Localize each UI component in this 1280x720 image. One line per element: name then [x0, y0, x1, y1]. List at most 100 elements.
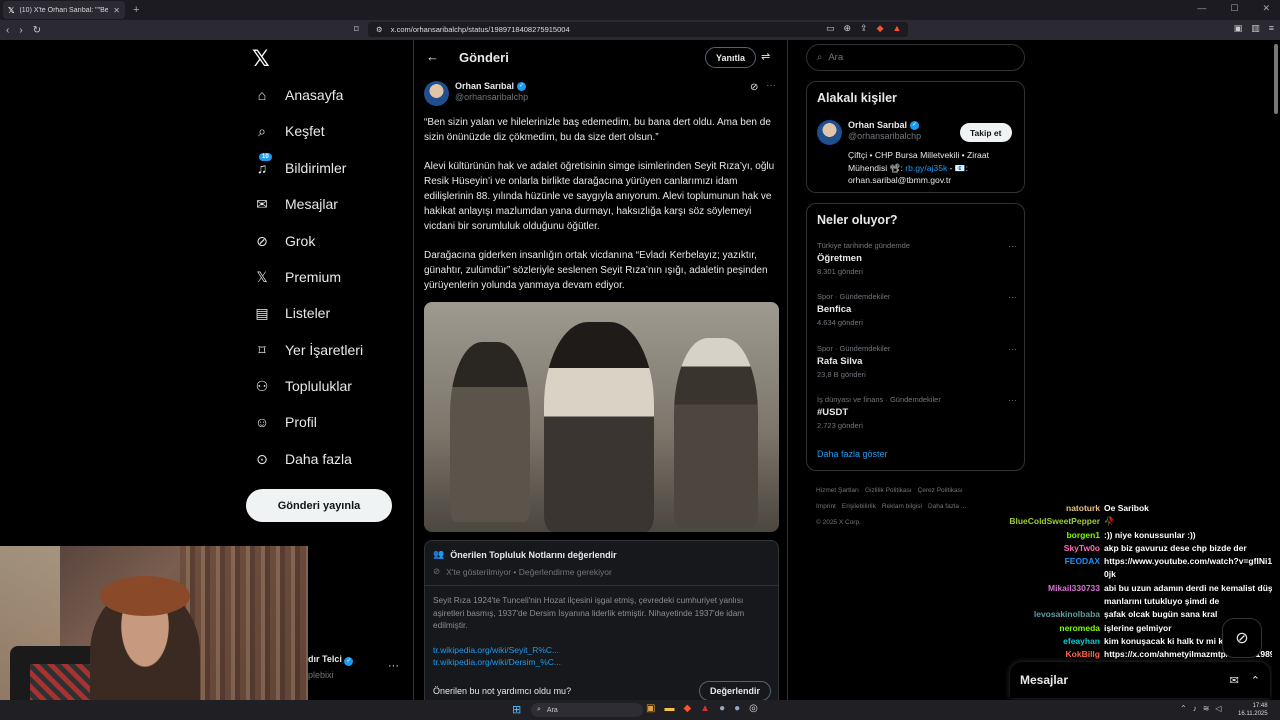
grok-icon[interactable]: ⊘ — [750, 82, 758, 93]
sidebar-item-0[interactable]: ⌂ Anasayfa — [253, 86, 344, 104]
taskbar-search[interactable]: ⌕ Ara — [531, 703, 643, 717]
menu-icon[interactable]: ≡ — [1269, 23, 1274, 34]
bookmark-page-icon[interactable]: ⌑ — [354, 24, 359, 35]
sidebar-item-10[interactable]: ⊙ Daha fazla — [253, 450, 352, 468]
follow-button[interactable]: Takip et — [960, 123, 1012, 142]
sidebar-item-9[interactable]: ☺ Profil — [253, 413, 317, 431]
avatar[interactable] — [424, 81, 449, 106]
footer-link[interactable]: Imprint — [816, 503, 836, 510]
messages-drawer[interactable]: Mesajlar ✉ ⌃ — [1010, 662, 1270, 698]
sidebar-item-label: Anasayfa — [285, 87, 344, 103]
minimize-icon[interactable]: — — [1197, 3, 1206, 14]
url-text: x.com/orhansaribalchp/status/19897184082… — [390, 25, 570, 34]
scrollbar-thumb[interactable] — [1274, 44, 1278, 114]
obs-icon[interactable]: ◎ — [749, 703, 758, 714]
trend-item[interactable]: Spor · Gündemdekiler Benfica 4.634 gönderi… — [817, 292, 1017, 327]
more-options-icon[interactable]: ··· — [1008, 344, 1017, 354]
x-home-logo-icon[interactable]: 𝕏 — [252, 46, 270, 72]
account-name: dır Telci — [308, 654, 342, 664]
trend-name: Rafa Silva — [817, 356, 863, 367]
avatar[interactable] — [817, 120, 842, 145]
trend-count: 8.301 gönderi — [817, 267, 863, 276]
footer-link[interactable]: Hizmet Şartları — [816, 487, 859, 494]
site-info-icon[interactable]: ⚙ — [376, 25, 383, 34]
back-nav-icon[interactable]: ‹ — [6, 25, 9, 36]
windows-start-icon[interactable]: ⊞ — [512, 703, 521, 716]
account-more-icon[interactable]: ··· — [388, 660, 399, 672]
close-icon[interactable]: ✕ — [113, 6, 120, 15]
rate-button[interactable]: Değerlendir — [699, 681, 772, 700]
game-icon[interactable]: ▲ — [700, 703, 710, 714]
steam-icon[interactable]: ● — [734, 703, 740, 714]
steam-icon[interactable]: ● — [719, 703, 725, 714]
sidebar-item-4[interactable]: ⊘ Grok — [253, 232, 315, 250]
folder-icon[interactable]: ▬ — [664, 703, 674, 714]
chevron-up-icon[interactable]: ⌃ — [1180, 704, 1187, 713]
back-arrow-icon[interactable]: ← — [426, 49, 439, 64]
footer-link[interactable]: Reklam bilgisi — [882, 503, 922, 510]
volume-icon[interactable]: ◁ — [1215, 704, 1221, 713]
brave-icon[interactable]: ◆ — [683, 703, 691, 714]
zoom-icon[interactable]: ⊕ — [844, 23, 852, 34]
tweet-author[interactable]: Orhan Sarıbal ✓ @orhansaribalchp — [424, 81, 528, 106]
note-link[interactable]: tr.wikipedia.org/wiki/Dersim_%C... — [433, 656, 770, 668]
main-column: ← Gönderi Yanıtla ⇌ Orhan Sarıbal ✓ @orha… — [413, 40, 788, 700]
more-options-icon[interactable]: ··· — [766, 80, 776, 91]
mic-icon[interactable]: ♪ — [1193, 704, 1197, 713]
community-notes-icon: 👥 — [433, 549, 445, 559]
maximize-icon[interactable]: ☐ — [1230, 3, 1238, 14]
browser-tab[interactable]: 𝕏 (10) X'te Orhan Sarıbal: ""Ben sizin..… — [3, 1, 125, 19]
trend-item[interactable]: İş dünyası ve finans · Gündemdekiler #USD… — [817, 395, 1017, 430]
brave-shield-icon[interactable]: ◆ — [877, 23, 884, 34]
sidebar-item-8[interactable]: ⚇ Topluluklar — [253, 377, 352, 395]
grok-float-icon[interactable]: ⊘ — [1222, 618, 1262, 658]
more-options-icon[interactable]: ··· — [1008, 395, 1017, 405]
compose-message-icon[interactable]: ✉ — [1230, 674, 1239, 687]
chat-message: BlueColdSweetPepper 🥀 — [998, 515, 1280, 528]
reload-icon[interactable]: ↻ — [33, 25, 41, 36]
sidebar-item-7[interactable]: ⌑ Yer İşaretleri — [253, 341, 363, 359]
wifi-icon[interactable]: ≋ — [1203, 704, 1210, 713]
brave-rewards-icon[interactable]: ▲ — [893, 23, 902, 34]
related-name[interactable]: Orhan Sarıbal — [848, 120, 907, 130]
note-link[interactable]: tr.wikipedia.org/wiki/Seyit_R%C... — [433, 644, 770, 656]
sidebar-item-5[interactable]: 𝕏 Premium — [253, 268, 341, 286]
copyright: © 2025 X Corp. — [816, 519, 861, 526]
sidebar-item-3[interactable]: ✉ Mesajlar — [253, 195, 338, 213]
share-icon[interactable]: ⇪ — [860, 23, 868, 34]
author-name[interactable]: Orhan Sarıbal — [455, 81, 514, 91]
sidebar-toggle-icon[interactable]: ▥ — [1251, 23, 1260, 34]
footer-link[interactable]: Çerez Politikası — [918, 487, 963, 494]
show-more-link[interactable]: Daha fazla göster — [817, 449, 888, 459]
cast-icon[interactable]: ▭ — [826, 23, 835, 34]
footer-link[interactable]: Gizlilik Politikası — [865, 487, 912, 494]
bio-link[interactable]: rb.gy/aj35k — [905, 163, 947, 173]
search-input[interactable]: ⌕ Ara — [806, 44, 1025, 71]
account-switcher[interactable]: dır Telci ✓ plebixi — [308, 654, 354, 680]
sidebar-item-2[interactable]: ♫ 10 Bildirimler — [253, 153, 346, 177]
post-button[interactable]: Gönderi yayınla — [246, 489, 392, 522]
trend-item[interactable]: Türkiye tarihinde gündemde Öğretmen 8.301 … — [817, 241, 1017, 276]
reply-button[interactable]: Yanıtla — [705, 47, 757, 68]
footer-link[interactable]: Erişilebilirlik — [842, 503, 876, 510]
forward-nav-icon[interactable]: › — [19, 25, 22, 36]
trends-panel: Neler oluyor? Türkiye tarihinde gündemde… — [806, 203, 1025, 471]
page-scrollbar[interactable] — [1272, 40, 1280, 700]
expand-icon[interactable]: ⌃ — [1251, 674, 1260, 687]
sidebar-item-1[interactable]: ⌕ Keşfet — [253, 122, 325, 140]
trend-item[interactable]: Spor · Gündemdekiler Rafa Silva 23,8 B gön… — [817, 344, 1017, 379]
sliders-icon[interactable]: ⇌ — [761, 50, 770, 63]
wallet-icon[interactable]: ▣ — [1234, 23, 1243, 34]
more-options-icon[interactable]: ··· — [1008, 241, 1017, 251]
taskbar-clock[interactable]: 17:48 16.11.2025 — [1238, 702, 1268, 718]
author-handle[interactable]: @orhansaribalchp — [455, 92, 528, 102]
app-icon[interactable]: ▣ — [646, 703, 655, 714]
window-close-icon[interactable]: ✕ — [1262, 3, 1270, 14]
sidebar-item-6[interactable]: ▤ Listeler — [253, 304, 330, 322]
related-handle[interactable]: @orhansaribalchp — [848, 131, 921, 141]
tweet-photo[interactable] — [424, 302, 779, 532]
footer-link[interactable]: Daha fazla ... — [928, 503, 966, 510]
tweet-paragraph: “Ben sizin yalan ve hilelerinizle baş ed… — [424, 117, 771, 143]
new-tab-icon[interactable]: + — [133, 4, 139, 16]
more-options-icon[interactable]: ··· — [1008, 292, 1017, 302]
